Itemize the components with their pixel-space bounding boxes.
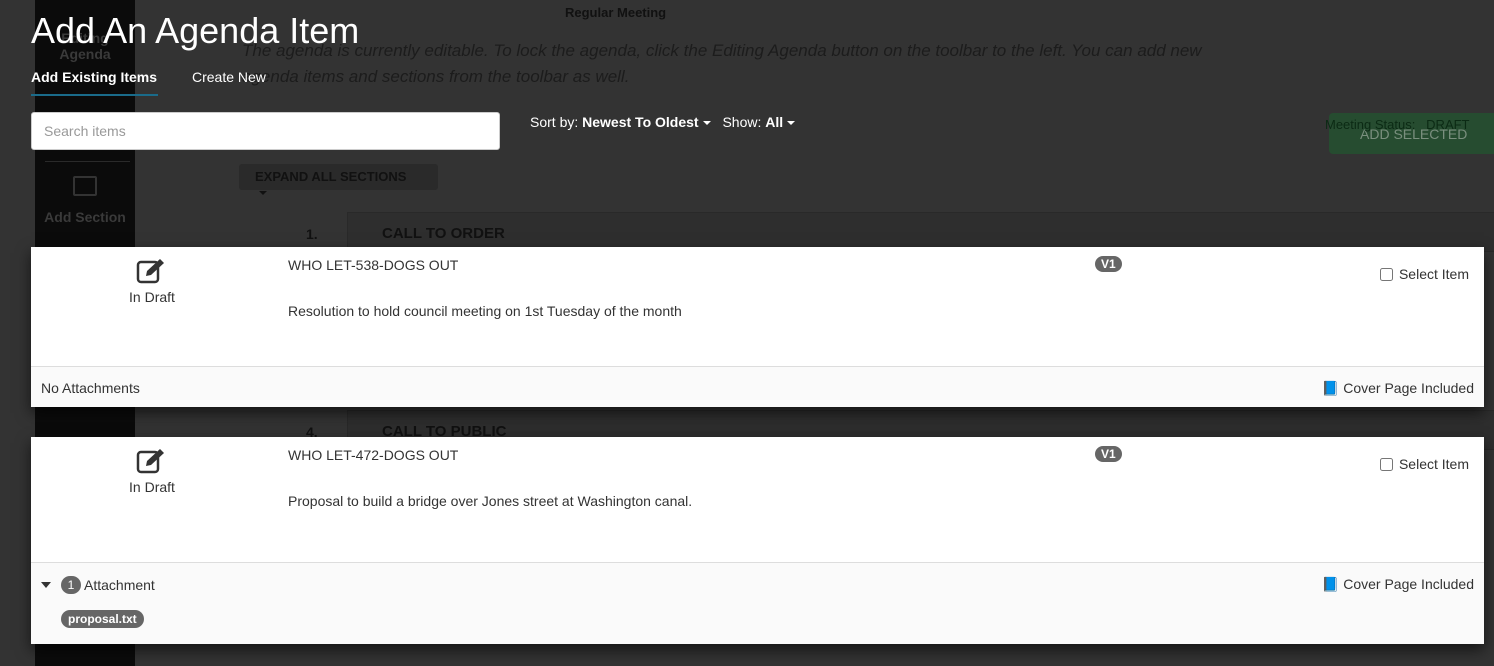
- modal-title: Add An Agenda Item: [31, 10, 360, 51]
- divider: [45, 161, 130, 162]
- item-footer: 1 Attachment 📘 Cover Page Included propos…: [31, 562, 1484, 644]
- meeting-status[interactable]: Meeting Status: DRAFT: [1325, 117, 1470, 132]
- select-item-checkbox[interactable]: Select Item: [1379, 456, 1469, 472]
- attachment-count: 1: [61, 576, 81, 594]
- expand-all-label: EXPAND ALL SECTIONS: [255, 169, 407, 184]
- add-section-button[interactable]: Add Section: [35, 209, 135, 225]
- sort-value: Newest To Oldest: [582, 114, 699, 130]
- attachment-file[interactable]: proposal.txt: [61, 610, 144, 628]
- sort-label: Sort by:: [530, 114, 579, 130]
- item-footer: No Attachments 📘 Cover Page Included: [31, 366, 1484, 407]
- status-text: In Draft: [129, 479, 175, 495]
- cover-page: 📘 Cover Page Included: [1322, 576, 1474, 593]
- active-tab-indicator: [31, 94, 158, 96]
- show-value: All: [765, 114, 784, 130]
- sort-controls: Sort by: Newest To Oldest Show: All: [530, 114, 803, 130]
- cover-page-label: Cover Page Included: [1343, 576, 1474, 592]
- select-label: Select Item: [1398, 266, 1469, 282]
- cover-page: 📘 Cover Page Included: [1322, 380, 1474, 397]
- sort-dropdown[interactable]: Newest To Oldest: [582, 114, 718, 130]
- book-icon: 📘: [1321, 576, 1340, 592]
- show-dropdown[interactable]: All: [765, 114, 803, 130]
- checkbox[interactable]: [1379, 267, 1393, 281]
- edit-icon: [136, 259, 164, 284]
- edit-icon: [136, 449, 164, 474]
- attachments-label: No Attachments: [41, 380, 140, 396]
- meeting-title: Regular Meeting: [565, 5, 667, 20]
- book-icon: 📘: [1321, 380, 1340, 396]
- tab-create-new[interactable]: Create New: [192, 69, 266, 85]
- item-card: In Draft WHO LET-472-DOGS OUT V1 Select …: [31, 437, 1484, 644]
- agenda-notice: The agenda is currently editable. To loc…: [242, 41, 1202, 86]
- attachments-label: Attachment: [84, 577, 155, 593]
- version-badge: V1: [1095, 256, 1122, 272]
- item-status: In Draft: [101, 257, 203, 305]
- item-title: WHO LET-538-DOGS OUT: [288, 257, 459, 273]
- select-label: Select Item: [1398, 456, 1469, 472]
- meeting-status-label: Meeting Status:: [1325, 117, 1416, 132]
- checkbox[interactable]: [1379, 457, 1393, 471]
- item-description: Proposal to build a bridge over Jones st…: [288, 493, 693, 509]
- tab-add-existing-items[interactable]: Add Existing Items: [31, 69, 157, 85]
- item-title: WHO LET-472-DOGS OUT: [288, 447, 459, 463]
- caret-down-icon: [41, 582, 51, 588]
- section-number: 1.: [306, 226, 318, 242]
- status-text: In Draft: [129, 289, 175, 305]
- select-item-checkbox[interactable]: Select Item: [1379, 266, 1469, 282]
- item-status: In Draft: [101, 447, 203, 495]
- meeting-status-value: DRAFT: [1426, 117, 1470, 132]
- expand-all-sections-button[interactable]: EXPAND ALL SECTIONS: [239, 164, 438, 195]
- search-input[interactable]: [31, 112, 500, 150]
- cover-page-label: Cover Page Included: [1343, 380, 1474, 396]
- version-badge: V1: [1095, 446, 1122, 462]
- section-call-to-order[interactable]: CALL TO ORDER: [347, 212, 1494, 252]
- item-card: In Draft WHO LET-538-DOGS OUT V1 Select …: [31, 247, 1484, 407]
- attachments-toggle[interactable]: 1 Attachment: [41, 576, 155, 594]
- item-description: Resolution to hold council meeting on 1s…: [288, 303, 682, 319]
- show-label: Show:: [722, 114, 762, 130]
- list-icon: [73, 176, 97, 196]
- section-title: CALL TO ORDER: [382, 225, 505, 242]
